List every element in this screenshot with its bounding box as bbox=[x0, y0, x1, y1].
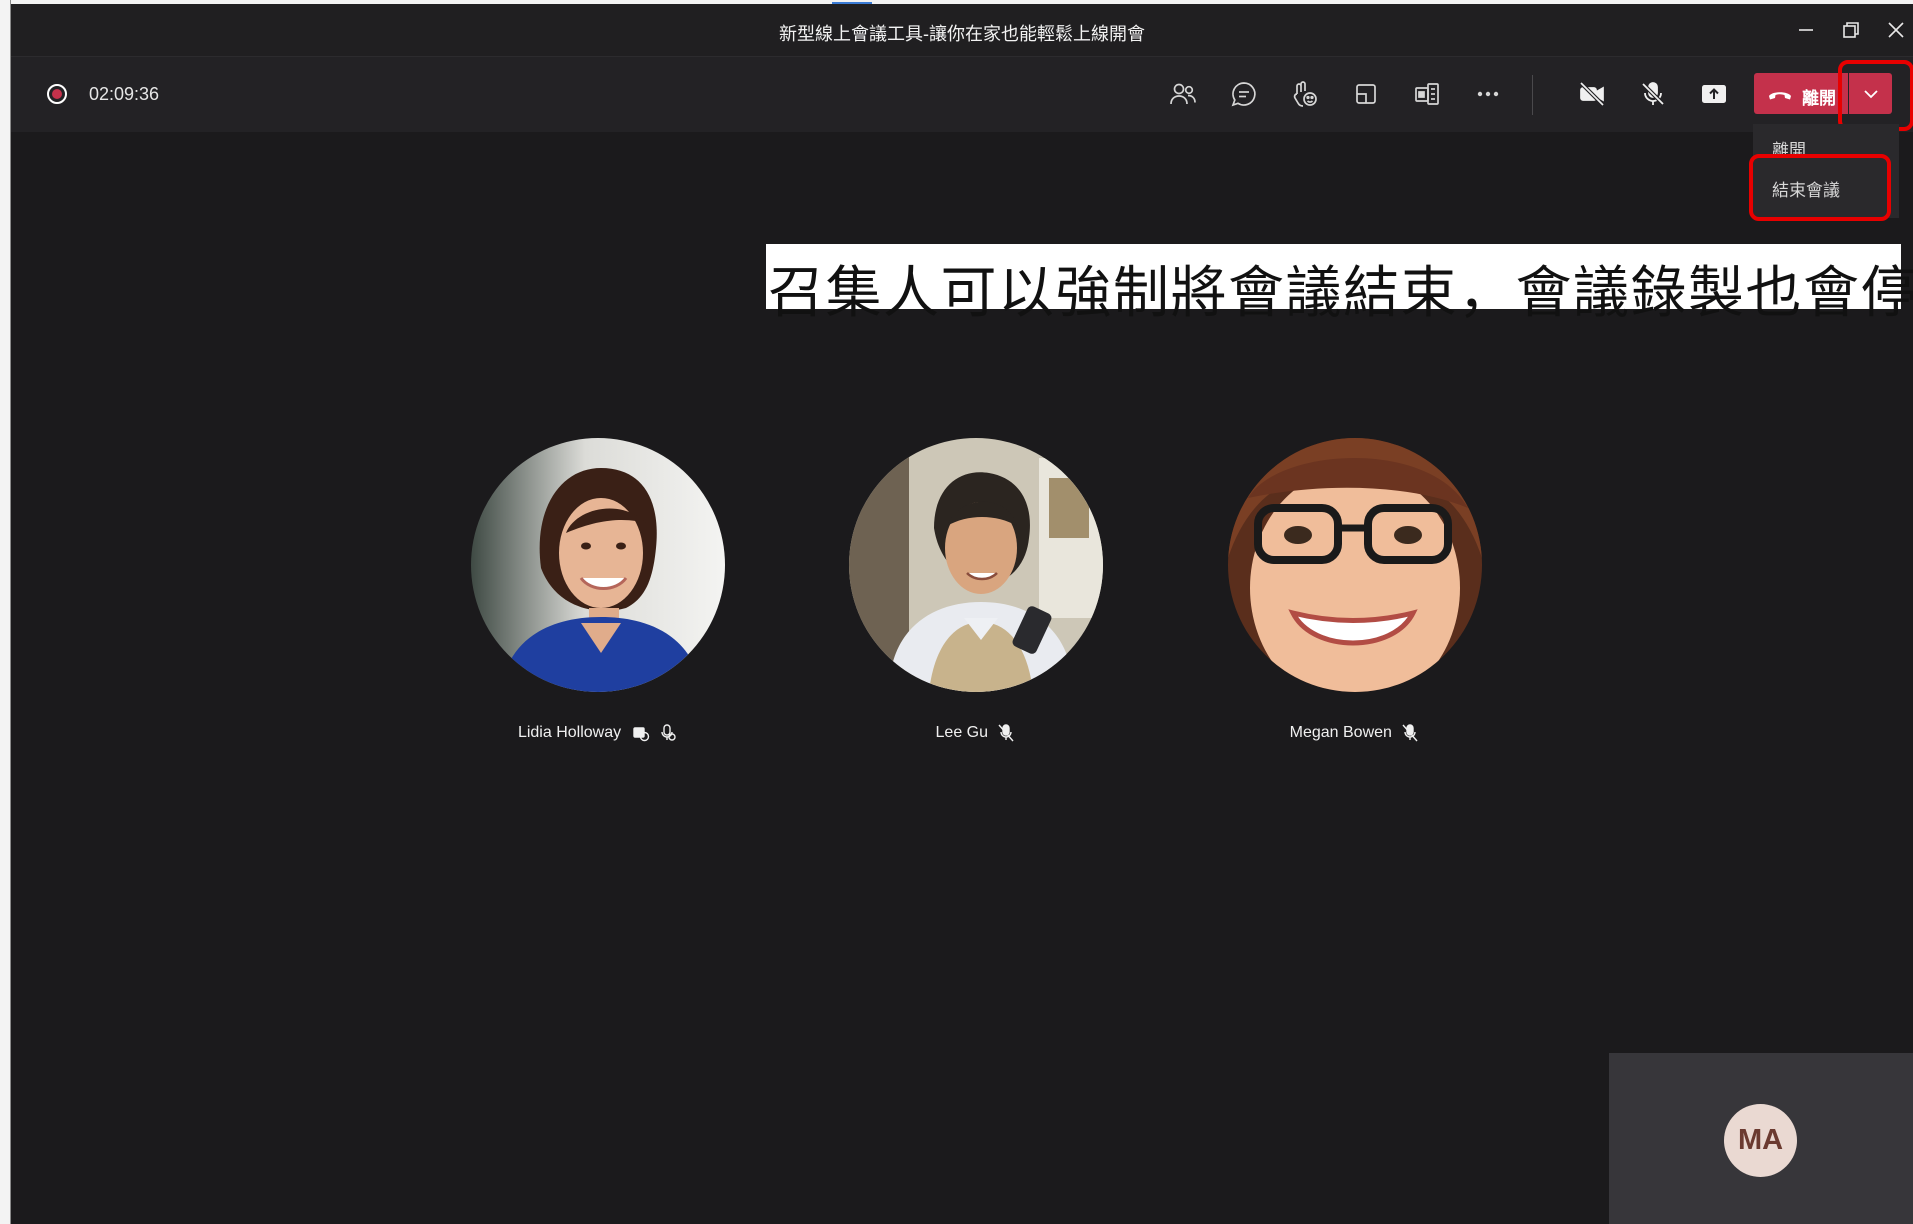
recording-indicator-icon bbox=[47, 84, 67, 104]
camera-off-icon bbox=[1579, 81, 1605, 107]
share-button[interactable] bbox=[1692, 74, 1736, 114]
share-tray-icon bbox=[1702, 85, 1726, 103]
highlight-end-meeting bbox=[1749, 154, 1891, 221]
meeting-toolbar: 02:09:36 離開 bbox=[11, 57, 1913, 132]
participants-button[interactable] bbox=[1161, 74, 1205, 114]
minimize-button[interactable] bbox=[1784, 10, 1828, 50]
close-icon bbox=[1888, 22, 1904, 38]
mic-button[interactable] bbox=[1631, 74, 1675, 114]
self-avatar: MA bbox=[1724, 1104, 1797, 1177]
view-icon bbox=[1415, 83, 1439, 105]
breakout-rooms-icon bbox=[1356, 84, 1376, 104]
left-edge bbox=[0, 0, 11, 1224]
view-button[interactable] bbox=[1405, 74, 1449, 114]
meeting-window: 新型線上會議工具-讓你在家也能輕鬆上線開會 02:09:36 離開 離開 結束會… bbox=[11, 4, 1913, 1224]
raise-hand-icon bbox=[1293, 81, 1317, 107]
more-icon bbox=[1477, 91, 1499, 97]
restore-icon bbox=[1843, 22, 1859, 38]
participant-avatar bbox=[471, 438, 725, 692]
self-preview-tile[interactable]: MA bbox=[1609, 1053, 1913, 1224]
participant-name-row: Lee Gu bbox=[845, 724, 1105, 742]
mic-off-icon bbox=[1402, 724, 1418, 742]
caption-text: 召集人可以強制將會議結束，會議錄製也會停止 bbox=[768, 261, 1913, 326]
breakout-rooms-button[interactable] bbox=[1344, 74, 1388, 114]
window-title: 新型線上會議工具-讓你在家也能輕鬆上線開會 bbox=[779, 24, 1145, 44]
participant-name-row: Lidia Holloway bbox=[467, 724, 727, 742]
participant-name: Lee Gu bbox=[935, 724, 989, 742]
leave-button[interactable]: 離開 bbox=[1754, 73, 1848, 114]
mic-off-icon bbox=[998, 724, 1014, 742]
minimize-icon bbox=[1799, 29, 1813, 31]
mic-off-icon bbox=[1641, 82, 1665, 106]
camera-button[interactable] bbox=[1570, 74, 1614, 114]
meeting-timer: 02:09:36 bbox=[89, 84, 160, 104]
highlight-leave-options bbox=[1838, 60, 1913, 131]
people-icon bbox=[1170, 83, 1196, 105]
participant-name-row: Megan Bowen bbox=[1224, 724, 1484, 742]
restore-button[interactable] bbox=[1829, 10, 1873, 50]
leave-button-label: 離開 bbox=[1802, 89, 1836, 108]
close-button[interactable] bbox=[1874, 10, 1913, 50]
raise-hand-icon bbox=[632, 727, 649, 742]
hang-up-icon bbox=[1769, 92, 1791, 100]
raise-hand-button[interactable] bbox=[1283, 74, 1327, 114]
participant-avatar bbox=[1228, 438, 1482, 692]
chat-icon bbox=[1231, 82, 1256, 107]
title-bar: 新型線上會議工具-讓你在家也能輕鬆上線開會 bbox=[11, 4, 1913, 57]
chat-button[interactable] bbox=[1222, 74, 1266, 114]
participant-name: Megan Bowen bbox=[1289, 724, 1392, 742]
caption-banner: 召集人可以強制將會議結束，會議錄製也會停止 bbox=[766, 244, 1913, 326]
participant-name: Lidia Holloway bbox=[517, 724, 622, 742]
mic-icon bbox=[661, 724, 676, 741]
participant-avatar bbox=[849, 438, 1103, 692]
toolbar-separator bbox=[1532, 75, 1533, 115]
more-actions-button[interactable] bbox=[1466, 74, 1510, 114]
